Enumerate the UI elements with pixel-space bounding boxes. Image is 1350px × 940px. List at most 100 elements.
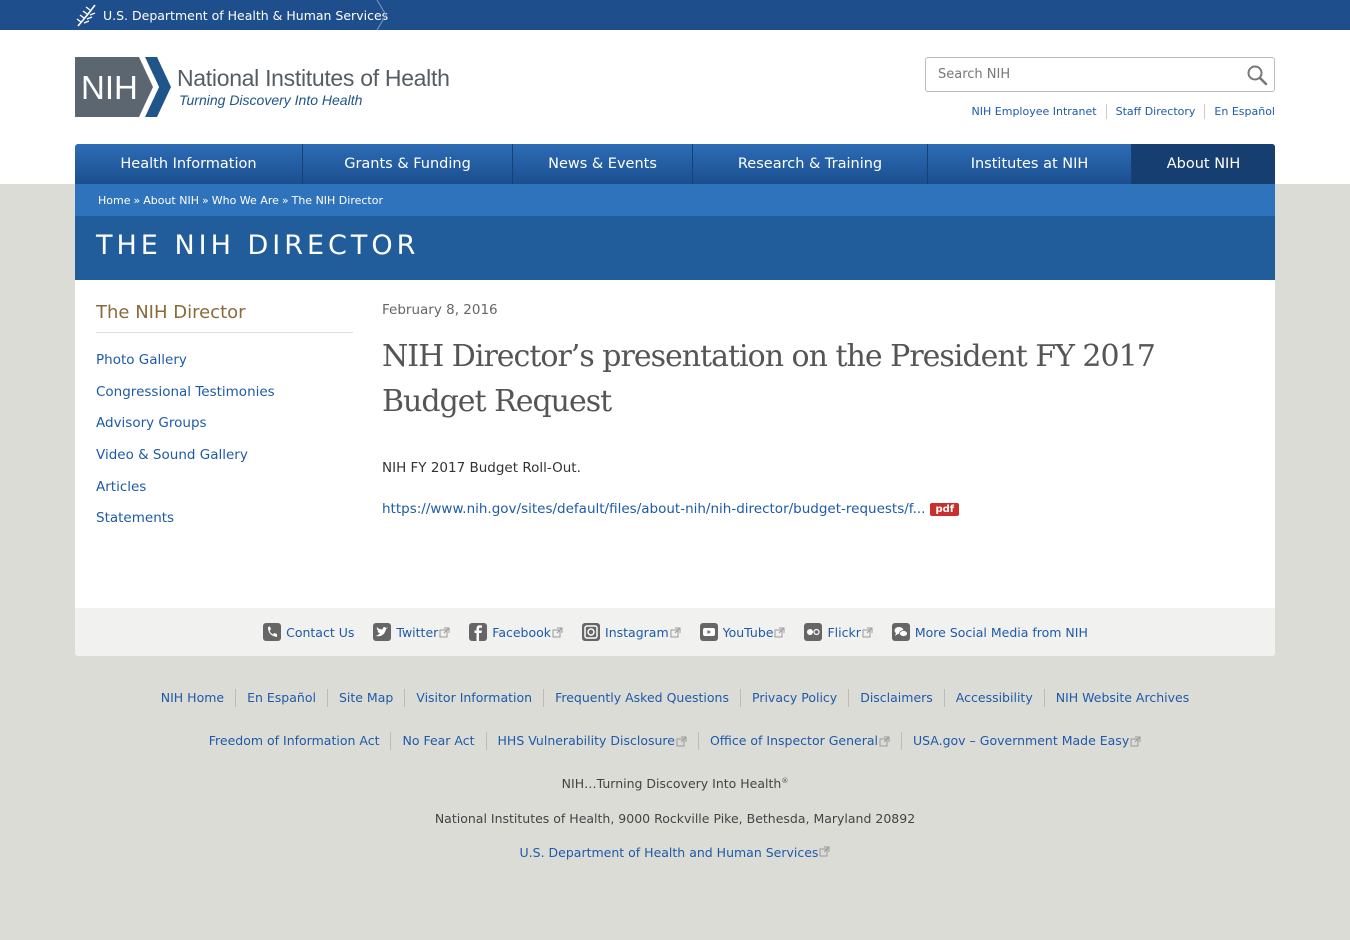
external-link-icon <box>879 736 890 746</box>
nav-research-training[interactable]: Research & Training <box>693 144 928 184</box>
breadcrumb-who-we-are[interactable]: Who We Are <box>212 194 279 207</box>
footer-hhs-link[interactable]: U.S. Department of Health and Human Serv… <box>520 845 819 860</box>
breadcrumb-separator: » <box>201 193 209 207</box>
footer-disclaimers[interactable]: Disclaimers <box>848 689 944 707</box>
nav-about-nih[interactable]: About NIH <box>1132 144 1275 184</box>
chat-bubbles-icon <box>891 623 910 641</box>
sidebar-item-video-sound-gallery[interactable]: Video & Sound Gallery <box>96 447 248 463</box>
social-more: More Social Media from NIH <box>891 622 1088 642</box>
footer-nih-home[interactable]: NIH Home <box>150 689 235 707</box>
nav-institutes-at-nih[interactable]: Institutes at NIH <box>928 144 1132 184</box>
contact-us-link[interactable]: Contact Us <box>286 625 354 640</box>
footer-foia[interactable]: Freedom of Information Act <box>198 732 391 750</box>
footer-website-archives[interactable]: NIH Website Archives <box>1043 689 1201 707</box>
main-nav: Health Information Grants & Funding News… <box>75 144 1275 184</box>
sidebar-item-photo-gallery[interactable]: Photo Gallery <box>96 352 187 368</box>
breadcrumb-home[interactable]: Home <box>98 194 130 207</box>
twitter-link[interactable]: Twitter <box>396 625 438 640</box>
svg-text:NIH: NIH <box>81 69 138 106</box>
article-date: February 8, 2016 <box>382 302 498 318</box>
external-link-icon <box>862 627 873 637</box>
document-link-row: https://www.nih.gov/sites/default/files/… <box>382 501 960 517</box>
nav-grants-funding[interactable]: Grants & Funding <box>303 144 513 184</box>
page-title: THE NIH DIRECTOR <box>96 230 420 261</box>
nih-logo[interactable]: NIH National Institutes of Health Turnin… <box>75 57 450 117</box>
footer-privacy-policy[interactable]: Privacy Policy <box>740 689 848 707</box>
external-link-icon <box>774 627 785 637</box>
en-espanol-link[interactable]: En Español <box>1204 104 1275 119</box>
more-social-media-link[interactable]: More Social Media from NIH <box>915 625 1088 640</box>
footer-no-fear-act[interactable]: No Fear Act <box>390 732 485 750</box>
external-link-icon <box>1130 736 1141 746</box>
footer-hhs-vulnerability-disclosure[interactable]: HHS Vulnerability Disclosure <box>485 732 698 750</box>
employee-intranet-link[interactable]: NIH Employee Intranet <box>963 104 1106 119</box>
hhs-eagle-icon <box>76 4 96 27</box>
instagram-icon <box>582 623 601 641</box>
facebook-icon <box>469 623 488 641</box>
sidebar-item-articles[interactable]: Articles <box>96 479 146 495</box>
phone-icon <box>263 623 282 641</box>
logo-tagline: Turning Discovery Into Health <box>179 92 363 108</box>
social-instagram: Instagram <box>581 622 681 642</box>
search-icon[interactable] <box>1246 64 1268 86</box>
footer-site-map[interactable]: Site Map <box>326 689 404 707</box>
footer-hhs: U.S. Department of Health and Human Serv… <box>0 845 1350 860</box>
article-body: NIH FY 2017 Budget Roll-Out. <box>382 460 581 476</box>
pdf-badge: pdf <box>930 502 960 516</box>
sidebar-title: The NIH Director <box>96 302 246 323</box>
chevron-right-icon <box>376 0 387 30</box>
youtube-link[interactable]: YouTube <box>723 625 774 640</box>
page-banner: THE NIH DIRECTOR <box>75 216 1275 280</box>
social-flickr: Flickr <box>803 622 873 642</box>
footer-accessibility[interactable]: Accessibility <box>943 689 1044 707</box>
instagram-link[interactable]: Instagram <box>605 625 669 640</box>
logo-title: National Institutes of Health <box>177 65 450 91</box>
footer-address: National Institutes of Health, 9000 Rock… <box>434 811 916 826</box>
breadcrumb-current: The NIH Director <box>291 193 383 207</box>
social-bar: Contact Us Twitter Facebook Instagram Yo… <box>75 608 1275 656</box>
footer-usa-gov[interactable]: USA.gov – Government Made Easy <box>900 732 1152 750</box>
staff-directory-link[interactable]: Staff Directory <box>1105 104 1205 119</box>
social-facebook: Facebook <box>468 622 563 642</box>
breadcrumb-about-nih[interactable]: About NIH <box>143 194 199 207</box>
social-youtube: YouTube <box>699 622 786 642</box>
breadcrumb-separator: » <box>133 193 141 207</box>
sidebar-item-advisory-groups[interactable]: Advisory Groups <box>96 415 207 431</box>
sidebar-item-congressional-testimonies[interactable]: Congressional Testimonies <box>96 384 275 400</box>
sidebar-nav: Photo Gallery Congressional Testimonies … <box>96 344 275 534</box>
hhs-label: U.S. Department of Health & Human Servic… <box>103 7 389 23</box>
external-link-icon <box>439 627 450 637</box>
nih-logo-mark: NIH <box>75 57 171 117</box>
hhs-bar: U.S. Department of Health & Human Servic… <box>0 0 1350 30</box>
sidebar-item-statements[interactable]: Statements <box>96 510 174 526</box>
footer-links-primary: NIH Home En Español Site Map Visitor Inf… <box>0 689 1350 707</box>
external-link-icon <box>819 846 830 857</box>
article-title: NIH Director’s presentation on the Presi… <box>382 339 1156 419</box>
social-twitter: Twitter <box>372 622 450 642</box>
nav-health-information[interactable]: Health Information <box>75 144 303 184</box>
breadcrumb-separator: » <box>281 193 289 207</box>
footer-inspector-general[interactable]: Office of Inspector General <box>697 732 901 750</box>
facebook-link[interactable]: Facebook <box>492 625 551 640</box>
budget-pdf-link[interactable]: https://www.nih.gov/sites/default/files/… <box>382 501 925 517</box>
hhs-link[interactable]: U.S. Department of Health & Human Servic… <box>75 0 388 30</box>
footer-links-secondary: Freedom of Information Act No Fear Act H… <box>0 732 1350 750</box>
search-box <box>925 57 1275 92</box>
utility-links: NIH Employee Intranet Staff Directory En… <box>963 104 1275 119</box>
footer-tagline: NIH…Turning Discovery Into Health® <box>561 776 789 791</box>
flickr-link[interactable]: Flickr <box>827 625 860 640</box>
footer-en-espanol[interactable]: En Español <box>235 689 327 707</box>
external-link-icon <box>552 627 563 637</box>
social-contact-us: Contact Us <box>262 622 354 642</box>
twitter-icon <box>373 623 392 641</box>
nav-news-events[interactable]: News & Events <box>513 144 693 184</box>
footer-visitor-information[interactable]: Visitor Information <box>404 689 543 707</box>
sidebar-divider <box>96 332 353 333</box>
footer-faq[interactable]: Frequently Asked Questions <box>543 689 740 707</box>
breadcrumb: Home » About NIH » Who We Are » The NIH … <box>75 184 1275 216</box>
youtube-icon <box>699 623 718 641</box>
content-area: The NIH Director Photo Gallery Congressi… <box>75 280 1275 608</box>
article: February 8, 2016 NIH Director’s presenta… <box>382 302 1242 517</box>
search-input[interactable] <box>926 58 1226 91</box>
external-link-icon <box>676 736 687 746</box>
